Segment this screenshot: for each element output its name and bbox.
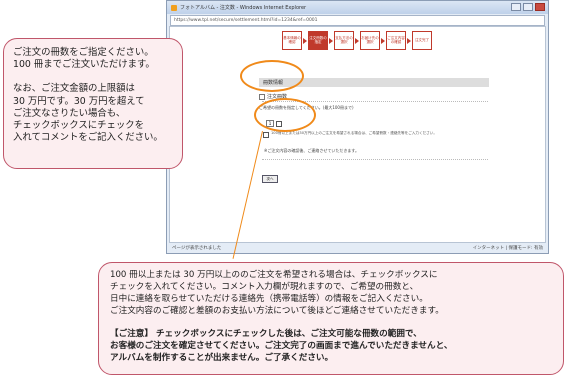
maximize-button[interactable] (523, 3, 533, 11)
divider (262, 159, 488, 160)
window-title: フォトアルバム - 注文数 - Windows Internet Explore… (180, 5, 307, 11)
callout-bottom-para: 100 冊以上または 30 万円以上ののご注文を希望される場合は、チェックボック… (110, 270, 444, 316)
step-5: ご注文内容の確認 (386, 31, 411, 50)
status-zone: インターネット | 保護モード: 有効 (472, 246, 543, 251)
callout-bottom-warning: 【ご注意】 チェックボックスにチェックした後は、ご注文可能な冊数の範囲で、 お客… (110, 329, 453, 363)
step-6: 注文完了 (412, 31, 432, 50)
callout-left-para-1: ご注文の冊数をご指定ください。 100 冊までご注文いただけます。 (13, 47, 155, 71)
step-indicator: 基本情報の確認 注文冊数の指定 支払方法の選択 お届け先の選択 ご注文内容の確認… (282, 31, 432, 50)
step-3: 支払方法の選択 (334, 31, 359, 50)
callout-quantity-info: ご注文の冊数をご指定ください。 100 冊までご注文いただけます。 なお、ご注文… (3, 38, 183, 169)
status-bar: ページが表示されました インターネット | 保護モード: 有効 (169, 244, 546, 252)
close-button[interactable] (535, 3, 545, 11)
highlight-oval-quantity (240, 60, 304, 92)
minimize-button[interactable] (511, 3, 521, 11)
step-1: 基本情報の確認 (282, 31, 307, 50)
large-order-text: 100冊以上または30万円以上のご注文を希望される場合は、ご希望冊数・連絡先等を… (271, 131, 437, 135)
callout-left-para-2: なお、ご注文金額の上限額は 30 万円です。30 万円を超えて ご注文なさりたい… (13, 83, 163, 144)
page-content: 基本情報の確認 注文冊数の指定 支払方法の選択 お届け先の選択 ご注文内容の確認… (169, 26, 546, 243)
address-text: https://www.tpl.net/secure/settlement.ht… (174, 18, 318, 23)
window-controls (511, 3, 545, 11)
title-bar: フォトアルバム - 注文数 - Windows Internet Explore… (167, 1, 548, 14)
browser-window: フォトアルバム - 注文数 - Windows Internet Explore… (166, 0, 549, 254)
large-order-checkbox[interactable] (263, 132, 269, 138)
large-order-option: 100冊以上または30万円以上のご注文を希望される場合は、ご希望冊数・連絡先等を… (263, 131, 491, 138)
highlight-oval-checkbox (254, 98, 316, 132)
address-bar[interactable]: https://www.tpl.net/secure/settlement.ht… (170, 15, 545, 26)
browser-icon (171, 4, 177, 11)
bullet-icon (259, 93, 265, 100)
next-button[interactable]: 次へ (262, 175, 278, 183)
step-4: お届け先の選択 (360, 31, 385, 50)
callout-large-order-info: 100 冊以上または 30 万円以上ののご注文を希望される場合は、チェックボック… (98, 262, 564, 375)
status-text: ページが表示されました (172, 246, 222, 251)
note-text: ※ご注文内容の確認後、ご連絡させていただきます。 (264, 148, 359, 153)
step-2-active: 注文冊数の指定 (308, 31, 333, 50)
